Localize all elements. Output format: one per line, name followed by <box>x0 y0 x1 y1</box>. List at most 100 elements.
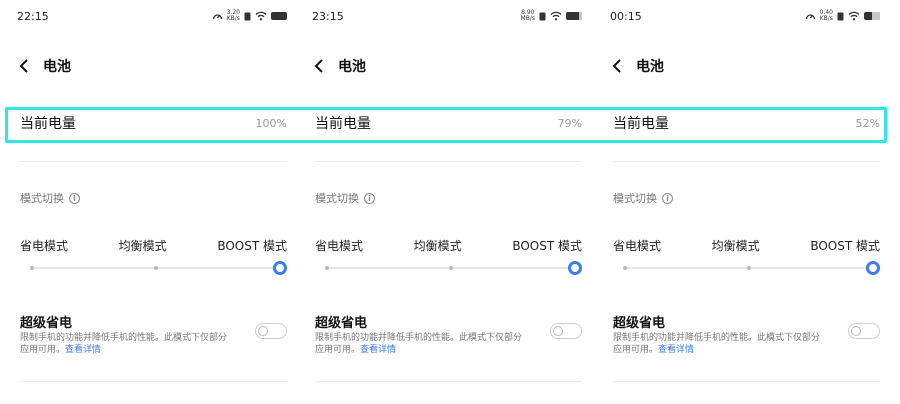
battery-level-label: 当前电量 <box>20 116 76 132</box>
screen-panel-3: 00:15 0.40 KB/s 电池 当前电量 52% 模式切换 i 省电模式 … <box>598 0 888 404</box>
battery-icon <box>271 12 287 20</box>
mode-option-boost[interactable]: BOOST 模式 <box>810 237 880 254</box>
slider-stop-power-saving[interactable] <box>623 266 627 270</box>
page-header: 电池 <box>312 56 366 76</box>
battery-icon <box>566 12 582 20</box>
slider-knob[interactable] <box>866 261 880 275</box>
mode-options: 省电模式 均衡模式 BOOST 模式 <box>20 237 287 254</box>
mode-slider[interactable] <box>325 261 582 275</box>
battery-level-row: 当前电量 52% <box>613 112 880 134</box>
notification-icon <box>837 12 844 20</box>
slider-knob[interactable] <box>568 261 582 275</box>
battery-icon <box>864 12 880 20</box>
mode-slider[interactable] <box>623 261 880 275</box>
toggle-thumb <box>258 326 268 336</box>
mode-option-boost[interactable]: BOOST 模式 <box>512 237 582 254</box>
super-saver-description: 限制手机的功能并降低手机的性能。此模式下仅部分应用可用。查看详情 <box>613 333 821 355</box>
super-saver-toggle[interactable] <box>255 323 287 339</box>
info-icon[interactable]: i <box>69 192 80 204</box>
status-time: 23:15 <box>312 9 344 23</box>
battery-level-value: 52% <box>855 116 880 130</box>
divider <box>315 381 582 382</box>
wifi-icon <box>848 11 860 21</box>
super-saver-title: 超级省电 <box>20 316 73 331</box>
status-time: 22:15 <box>17 9 49 23</box>
super-saver-title: 超级省电 <box>613 316 666 331</box>
mode-option-power-saving[interactable]: 省电模式 <box>613 237 661 254</box>
mode-option-balanced[interactable]: 均衡模式 <box>712 237 760 254</box>
mode-option-power-saving[interactable]: 省电模式 <box>20 237 68 254</box>
network-speed: 8.90 MB/s <box>520 9 535 22</box>
back-arrow-icon[interactable] <box>610 58 626 74</box>
notification-icon <box>244 12 251 20</box>
page-header: 电池 <box>610 56 664 76</box>
mode-switch-heading: 模式切换 i <box>315 190 375 206</box>
mode-switch-heading: 模式切换 i <box>20 190 80 206</box>
slider-stop-balanced[interactable] <box>153 266 158 270</box>
battery-level-label: 当前电量 <box>315 116 371 132</box>
slider-stop-balanced[interactable] <box>746 266 751 270</box>
mode-option-boost[interactable]: BOOST 模式 <box>217 237 287 254</box>
mode-options: 省电模式 均衡模式 BOOST 模式 <box>315 237 582 254</box>
mode-switch-label: 模式切换 <box>20 192 64 205</box>
screen-panel-2: 23:15 8.90 MB/s 电池 当前电量 79% 模式切换 i 省电模式 … <box>300 0 590 404</box>
mode-switch-label: 模式切换 <box>315 192 359 205</box>
status-icons: 0.40 KB/s <box>805 10 880 22</box>
battery-empty <box>872 12 880 20</box>
back-arrow-icon[interactable] <box>312 58 328 74</box>
page-title: 电池 <box>43 59 71 75</box>
info-icon[interactable]: i <box>364 192 375 204</box>
screen-panel-1: 22:15 3.20 KB/s 电池 当前电量 100% 模式切换 i 省电模式… <box>5 0 295 404</box>
page-title: 电池 <box>636 59 664 75</box>
slider-stop-power-saving[interactable] <box>30 266 34 270</box>
status-bar: 23:15 8.90 MB/s <box>312 8 582 24</box>
status-icons: 8.90 MB/s <box>521 10 582 22</box>
battery-level-row: 当前电量 79% <box>315 112 582 134</box>
view-details-link[interactable]: 查看详情 <box>65 345 101 355</box>
slider-knob[interactable] <box>273 261 287 275</box>
speedometer-icon <box>805 13 815 19</box>
battery-level-label: 当前电量 <box>613 116 669 132</box>
page-header: 电池 <box>17 56 71 76</box>
toggle-thumb <box>851 326 861 336</box>
mode-slider[interactable] <box>30 261 287 275</box>
view-details-link[interactable]: 查看详情 <box>360 345 396 355</box>
mode-options: 省电模式 均衡模式 BOOST 模式 <box>613 237 880 254</box>
notification-icon <box>539 12 546 20</box>
speedometer-icon <box>212 13 222 19</box>
divider <box>20 161 287 162</box>
status-bar: 00:15 0.40 KB/s <box>610 8 880 24</box>
super-saver-toggle[interactable] <box>848 323 880 339</box>
status-bar: 22:15 3.20 KB/s <box>17 8 287 24</box>
mode-option-balanced[interactable]: 均衡模式 <box>414 237 462 254</box>
wifi-icon <box>550 11 562 21</box>
battery-level-row: 当前电量 100% <box>20 112 287 134</box>
divider <box>20 381 287 382</box>
mode-switch-label: 模式切换 <box>613 192 657 205</box>
network-speed: 0.40 KB/s <box>819 9 833 22</box>
slider-stop-balanced[interactable] <box>448 266 453 270</box>
info-icon[interactable]: i <box>662 192 673 204</box>
super-saver-title: 超级省电 <box>315 316 368 331</box>
mode-switch-heading: 模式切换 i <box>613 190 673 206</box>
wifi-icon <box>255 11 267 21</box>
battery-empty <box>578 12 582 20</box>
page-title: 电池 <box>338 59 366 75</box>
divider <box>613 381 880 382</box>
battery-level-value: 100% <box>255 116 287 130</box>
super-saver-description: 限制手机的功能并降低手机的性能。此模式下仅部分应用可用。查看详情 <box>315 333 523 355</box>
super-saver-description: 限制手机的功能并降低手机的性能。此模式下仅部分应用可用。查看详情 <box>20 333 228 355</box>
view-details-link[interactable]: 查看详情 <box>658 345 694 355</box>
divider <box>315 161 582 162</box>
slider-stop-power-saving[interactable] <box>325 266 329 270</box>
network-speed: 3.20 KB/s <box>226 9 240 22</box>
mode-option-power-saving[interactable]: 省电模式 <box>315 237 363 254</box>
status-time: 00:15 <box>610 9 642 23</box>
mode-option-balanced[interactable]: 均衡模式 <box>119 237 167 254</box>
super-saver-toggle[interactable] <box>550 323 582 339</box>
status-icons: 3.20 KB/s <box>212 10 287 22</box>
back-arrow-icon[interactable] <box>17 58 33 74</box>
toggle-thumb <box>553 326 563 336</box>
divider <box>613 161 880 162</box>
battery-level-value: 79% <box>557 116 582 130</box>
